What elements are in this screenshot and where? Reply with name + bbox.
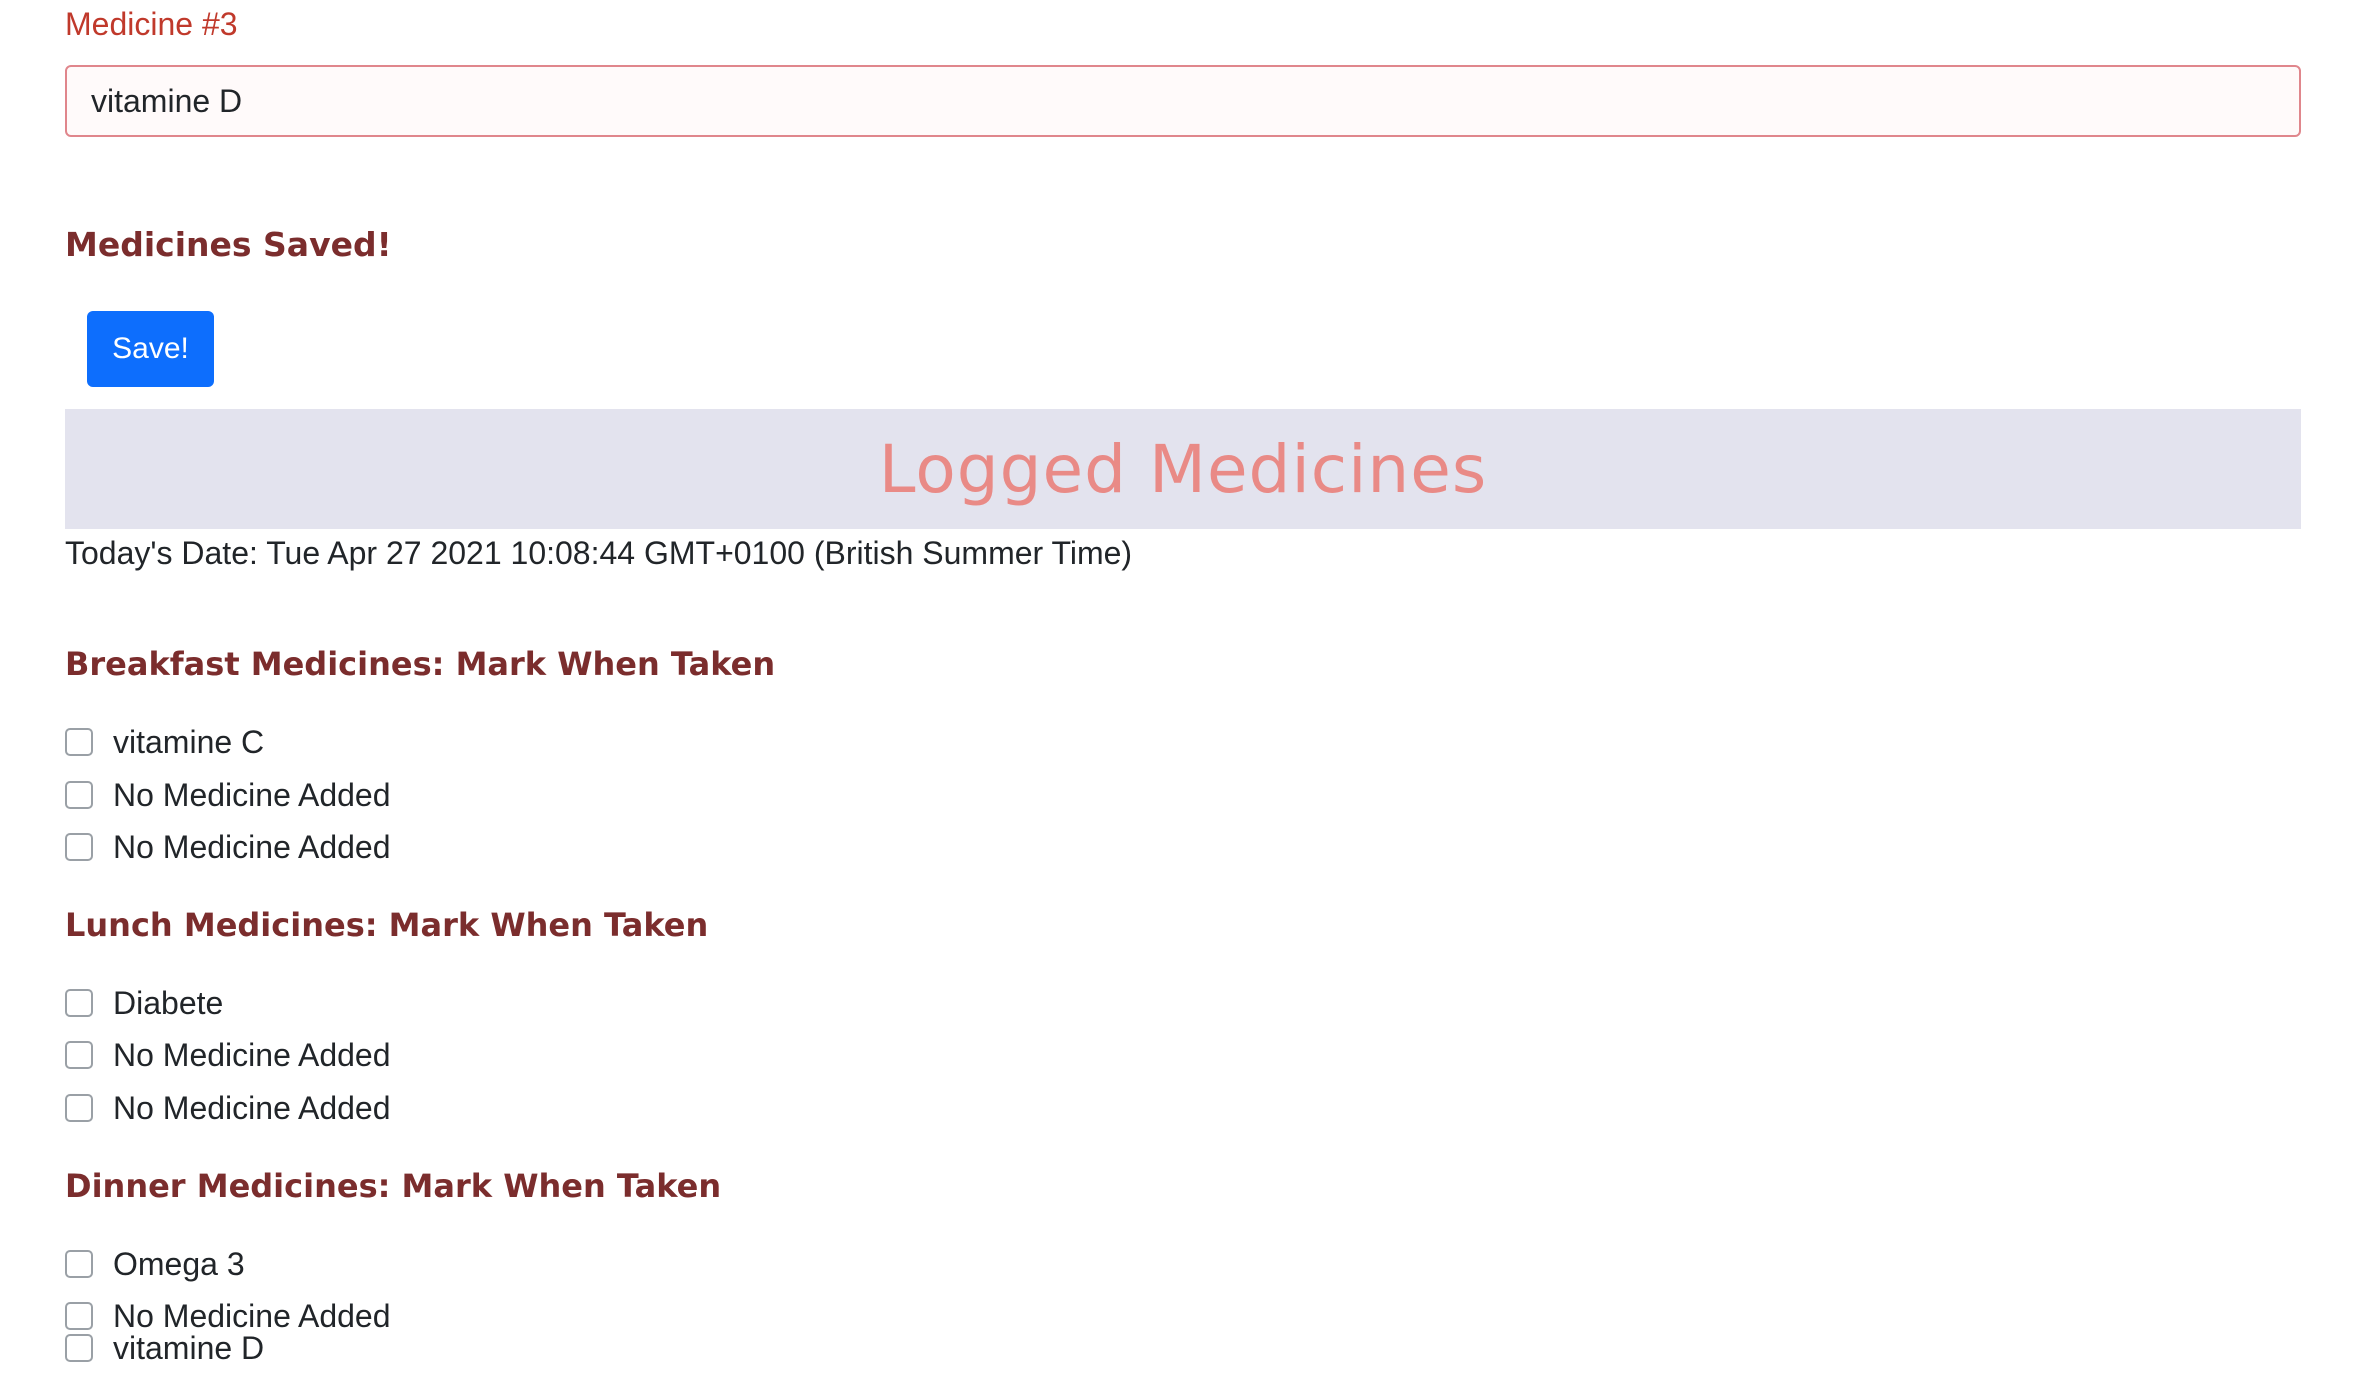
checkbox-label: No Medicine Added [113,1036,391,1073]
lunch-checkbox-1[interactable] [65,989,93,1017]
breakfast-checkbox-1[interactable] [65,728,93,756]
dinner-checkbox-2[interactable] [65,1302,93,1330]
list-item[interactable]: No Medicine Added [65,1088,391,1128]
list-item[interactable]: No Medicine Added [65,775,391,815]
page-title: Logged Medicines [878,430,1488,508]
list-item[interactable]: No Medicine Added [65,827,391,867]
save-button[interactable]: Save! [87,311,214,387]
page: Medicine #3 Medicines Saved! Save! Logge… [0,0,2371,1374]
lunch-checkbox-2[interactable] [65,1041,93,1069]
medicine-3-input[interactable] [65,65,2301,137]
breakfast-heading: Breakfast Medicines: Mark When Taken [65,645,776,683]
list-item[interactable]: No Medicine Added [65,1035,391,1075]
checkbox-label: No Medicine Added [113,776,391,813]
list-item[interactable]: Diabete [65,983,223,1023]
dinner-heading: Dinner Medicines: Mark When Taken [65,1167,722,1205]
list-item[interactable]: vitamine D [65,1328,264,1368]
dinner-checkbox-1[interactable] [65,1250,93,1278]
breakfast-checkbox-2[interactable] [65,781,93,809]
checkbox-label: Omega 3 [113,1245,245,1282]
checkbox-label: Diabete [113,984,224,1021]
checkbox-label: No Medicine Added [113,828,391,865]
checkbox-label: No Medicine Added [113,1089,391,1126]
medicine-3-label: Medicine #3 [65,6,238,42]
todays-date: Today's Date: Tue Apr 27 2021 10:08:44 G… [65,535,1133,571]
status-message: Medicines Saved! [65,225,392,264]
lunch-checkbox-3[interactable] [65,1094,93,1122]
logged-medicines-banner: Logged Medicines [65,409,2301,529]
dinner-checkbox-3[interactable] [65,1334,93,1362]
list-item[interactable]: vitamine C [65,722,264,762]
checkbox-label: vitamine D [113,1329,265,1366]
lunch-heading: Lunch Medicines: Mark When Taken [65,906,709,944]
checkbox-label: vitamine C [113,723,265,760]
breakfast-checkbox-3[interactable] [65,833,93,861]
list-item[interactable]: Omega 3 [65,1244,245,1284]
